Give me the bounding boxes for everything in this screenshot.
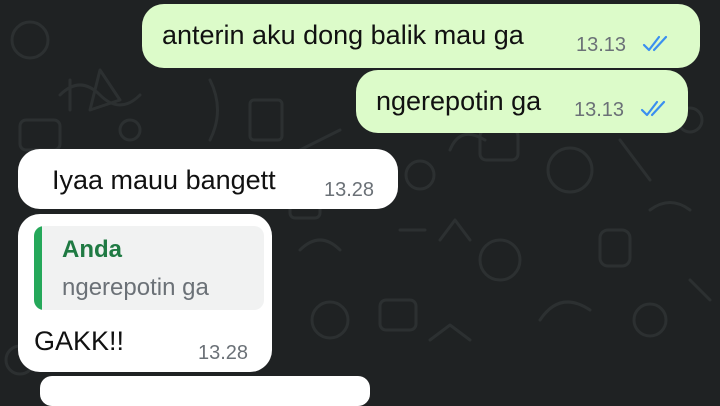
quote-accent-bar	[34, 226, 42, 310]
message-time: 13.13	[576, 34, 627, 56]
quote-text: ngerepotin ga	[62, 274, 209, 301]
message-text: anterin aku dong balik mau ga	[162, 20, 524, 50]
outgoing-message[interactable]: anterin aku dong balik mau ga 13.13	[142, 4, 700, 68]
message-text: Iyaa mauu bangett	[52, 165, 276, 195]
incoming-message[interactable]: Iyaa mauu bangett 13.28	[18, 149, 398, 209]
message-time: 13.28	[198, 342, 249, 364]
outgoing-message[interactable]: ngerepotin ga 13.13	[356, 70, 688, 133]
message-time: 13.28	[324, 179, 375, 201]
message-text: GAKK!!	[34, 326, 125, 356]
double-check-icon	[640, 100, 666, 117]
quote-author: Anda	[62, 236, 122, 263]
incoming-message-partial[interactable]	[40, 376, 370, 406]
incoming-reply-message[interactable]: Anda ngerepotin ga GAKK!! 13.28	[18, 214, 272, 372]
double-check-icon	[642, 35, 668, 52]
quoted-message[interactable]: Anda ngerepotin ga	[34, 226, 264, 310]
message-text: ngerepotin ga	[376, 86, 542, 116]
message-time: 13.13	[574, 99, 625, 121]
